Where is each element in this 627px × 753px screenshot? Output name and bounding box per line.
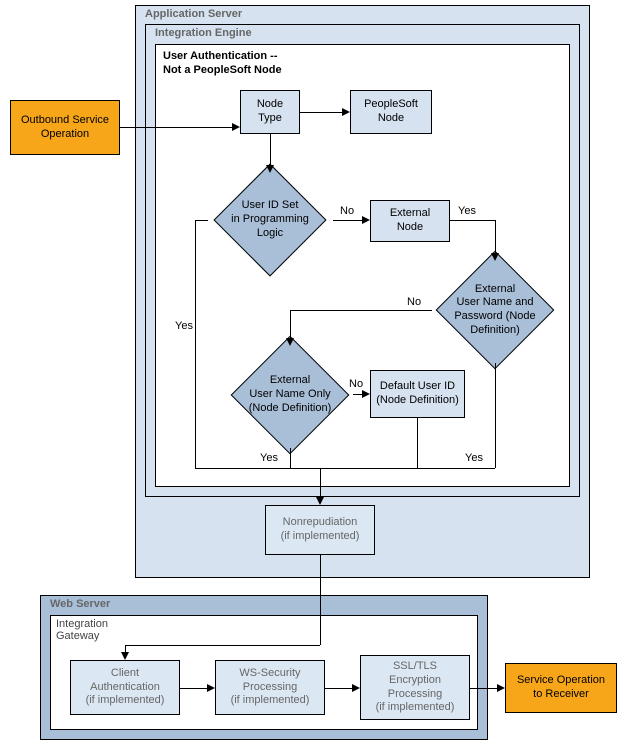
integration-gateway-label: Integration Gateway [56,618,108,642]
nonrepudiation: Nonrepudiation (if implemented) [265,505,375,555]
arrowhead-icon [362,390,370,398]
ssl-tls-processing: SSL/TLS Encryption Processing (if implem… [360,655,470,720]
edge-extnode-yes-h [450,220,495,221]
arrowhead-icon [316,497,324,505]
edge-userid-no-label: No [340,205,354,217]
receiver-label: Service Operation to Receiver [517,674,605,702]
arrowhead-icon [497,684,505,692]
edge-userid-no [333,220,363,221]
ws-security-processing-label: WS-Security Processing (if implemented) [231,667,310,708]
ext-un-pw-decision: External User Name and Password (Node De… [430,255,560,365]
arrowhead-icon [342,108,350,116]
arrowhead-icon [207,684,215,692]
edge-userid-yes-label: Yes [175,320,193,332]
arrowhead-icon [266,165,274,173]
client-authentication: Client Authentication (if implemented) [70,660,180,715]
edge-extunpw-yes-label: Yes [465,452,483,464]
outbound-service-operation: Outbound Service Operation [10,100,120,155]
edge-defaultuserid-down [417,418,418,468]
ext-un-pw-label: External User Name and Password (Node De… [454,283,535,338]
edge-nodetype-userid [270,134,271,167]
edge-outbound-nodetype [120,127,232,128]
userid-set-label: User ID Set in Programming Logic [231,199,309,240]
node-type-label: Node Type [257,98,283,126]
edge-ssl-receiver [470,688,497,689]
arrowhead-icon [286,338,294,346]
edge-extunonly-yes-label: Yes [260,452,278,464]
arrowhead-icon [352,684,360,692]
arrowhead-icon [491,253,499,261]
edge-extnode-yes-v [495,220,496,255]
edge-extnode-yes-label: Yes [458,205,476,217]
edge-merge-nonrep [320,468,321,497]
user-auth-title: User Authentication -- Not a PeopleSoft … [163,50,282,78]
userid-set-decision: User ID Set in Programming Logic [205,170,335,270]
default-user-id: Default User ID (Node Definition) [370,370,465,418]
client-authentication-label: Client Authentication (if implemented) [86,667,165,708]
ext-un-only-label: External User Name Only (Node Definition… [249,374,332,415]
service-operation-to-receiver: Service Operation to Receiver [505,663,617,713]
integration-engine-label: Integration Engine [155,27,252,39]
arrowhead-icon [232,123,240,131]
default-user-id-label: Default User ID (Node Definition) [376,380,459,408]
peoplesoft-node-label: PeopleSoft Node [364,98,418,126]
edge-nonrep-down1 [320,555,321,645]
node-type: Node Type [240,90,300,134]
edge-userid-yes [195,220,196,468]
edge-extunpw-yes [495,363,496,468]
edge-extunpw-no-label: No [407,296,421,308]
edge-nodetype-peoplesoft [300,112,342,113]
edge-extunpw-no-v [290,310,291,340]
arrowhead-icon [121,652,129,660]
edge-extunonly-yes [290,448,291,468]
web-server-label: Web Server [50,598,110,610]
application-server-label: Application Server [145,8,242,20]
edge-userid-yes-h0 [195,220,208,221]
ssl-tls-processing-label: SSL/TLS Encryption Processing (if implem… [376,660,455,715]
edge-extunonly-no-label: No [349,378,363,390]
outbound-label: Outbound Service Operation [11,114,119,142]
external-node: External Node [370,200,450,242]
edge-ws-ssl [325,688,352,689]
edge-clientauth-ws [180,688,207,689]
ext-un-only-decision: External User Name Only (Node Definition… [225,340,355,450]
external-node-label: External Node [390,207,430,235]
edge-merge [195,468,495,469]
ws-security-processing: WS-Security Processing (if implemented) [215,660,325,715]
edge-nonrep-h [125,645,320,646]
nonrepudiation-label: Nonrepudiation (if implemented) [281,516,360,544]
edge-extunpw-no-h [290,310,432,311]
peoplesoft-node: PeopleSoft Node [350,90,432,134]
arrowhead-icon [362,216,370,224]
